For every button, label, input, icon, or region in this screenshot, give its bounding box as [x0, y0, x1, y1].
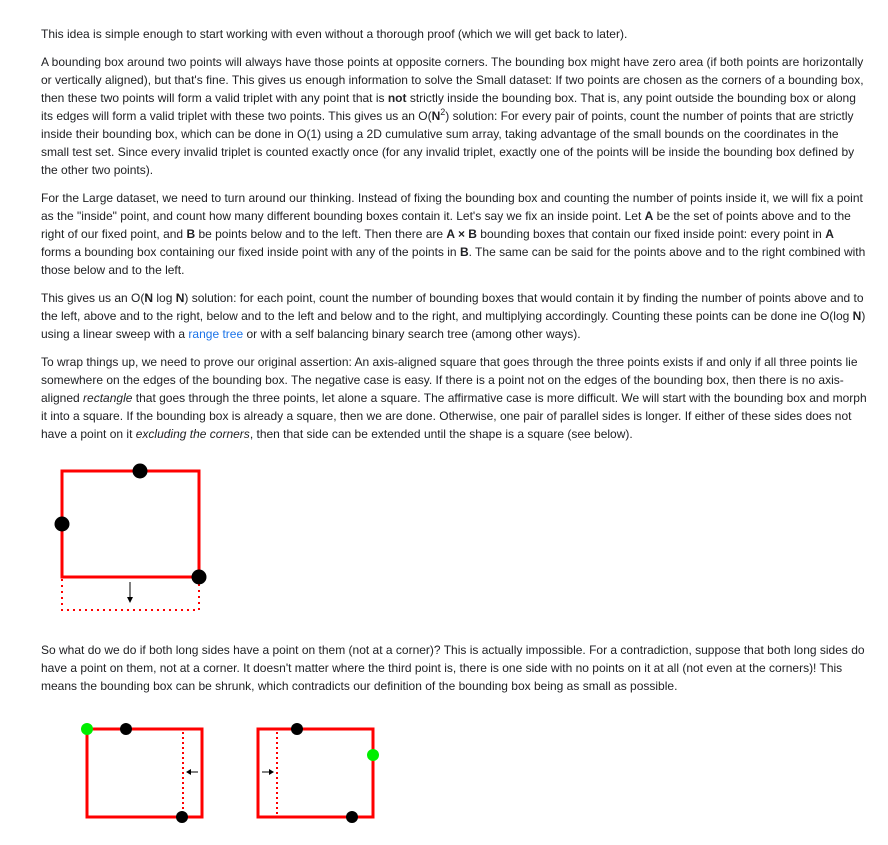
italic-excluding-corners: excluding the corners [135, 427, 250, 441]
intro-paragraph: This idea is simple enough to start work… [41, 27, 628, 41]
bounding-box [256, 727, 375, 819]
point-side-highlight [367, 749, 379, 761]
large-dataset-paragraph: For the Large dataset, we need to turn a… [41, 189, 867, 279]
point-bottom-right [176, 811, 188, 823]
assertion-paragraph: To wrap things up, we need to prove our … [41, 353, 867, 443]
text-run: be points below and to the left. Then th… [195, 227, 447, 241]
contradiction-section: So what do we do if both long sides have… [41, 641, 867, 705]
point-bottom [346, 811, 358, 823]
bounding-box [60, 469, 201, 579]
italic-rectangle: rectangle [83, 391, 133, 405]
contradiction-paragraph: So what do we do if both long sides have… [41, 643, 865, 693]
point-top [132, 463, 148, 479]
range-tree-link[interactable]: range tree [188, 327, 243, 341]
bold-n: N [431, 109, 441, 123]
text-run: bounding boxes that contain our fixed in… [476, 227, 826, 241]
right-arrow-icon [269, 769, 274, 775]
text-run: or with a self balancing binary search t… [243, 327, 581, 341]
text-run: This gives us an O( [41, 291, 145, 305]
complexity-paragraph: This gives us an O(N log N) solution: fo… [41, 289, 867, 343]
bold-b: B [459, 245, 469, 259]
shrink-figure-left [81, 723, 204, 823]
bold-a-times-b: A × B [446, 227, 477, 241]
point-left [54, 516, 70, 532]
bold-a: A [825, 227, 834, 241]
bold-n: N [852, 309, 862, 323]
text-run: forms a bounding box containing our fixe… [41, 245, 460, 259]
bold-not: not [387, 91, 407, 105]
point-bottom-right [191, 569, 207, 585]
point-top [291, 723, 303, 735]
left-arrow-icon [186, 769, 191, 775]
text-run: log [153, 291, 176, 305]
article-body: This idea is simple enough to start work… [41, 25, 867, 453]
box-extension-figure [54, 463, 207, 611]
bold-b: B [186, 227, 196, 241]
bold-a: A [644, 209, 654, 223]
small-dataset-paragraph: A bounding box around two points will al… [41, 53, 867, 179]
shrink-figure-right [256, 723, 379, 823]
text-run: , then that side can be extended until t… [249, 427, 633, 441]
bold-n: N [144, 291, 154, 305]
down-arrow-icon [127, 597, 133, 603]
point-top [120, 723, 132, 735]
bounding-box [85, 727, 204, 819]
point-corner-highlight [81, 723, 93, 735]
